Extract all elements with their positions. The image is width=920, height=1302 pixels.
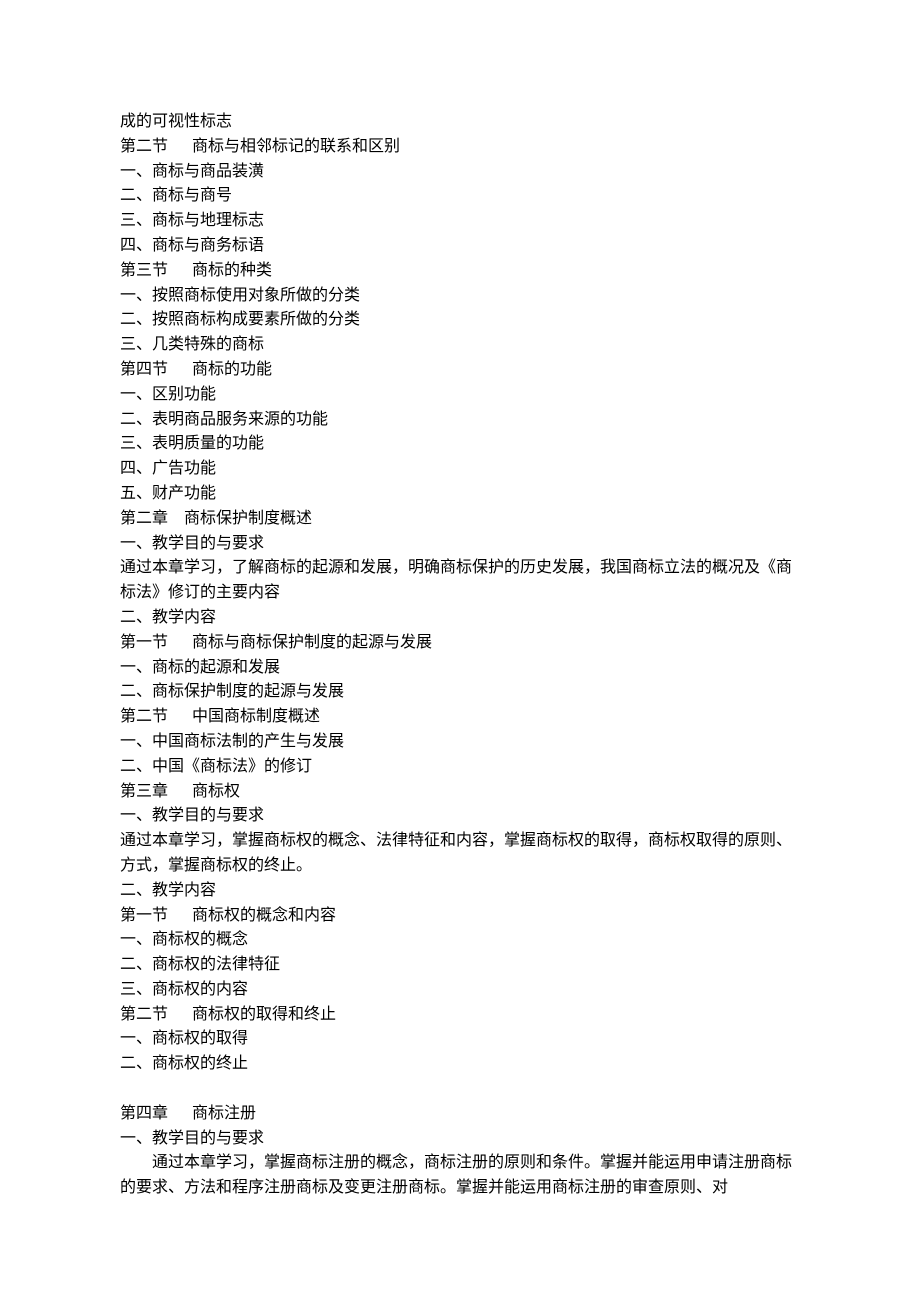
text-line: 二、商标保护制度的起源与发展 bbox=[120, 680, 800, 705]
chapter-title: 第四章 商标注册 bbox=[120, 1102, 800, 1127]
text-line: 一、商标权的概念 bbox=[120, 928, 800, 953]
text-line: 一、区别功能 bbox=[120, 383, 800, 408]
paragraph: 通过本章学习，掌握商标注册的概念，商标注册的原则和条件。掌握并能运用申请注册商标… bbox=[120, 1151, 800, 1201]
text-line: 第二节 商标与相邻标记的联系和区别 bbox=[120, 135, 800, 160]
text-line: 第二章 商标保护制度概述 bbox=[120, 507, 800, 532]
text-line: 三、几类特殊的商标 bbox=[120, 333, 800, 358]
text-line: 第三节 商标的种类 bbox=[120, 259, 800, 284]
text-line: 第一节 商标权的概念和内容 bbox=[120, 904, 800, 929]
text-line: 四、商标与商务标语 bbox=[120, 234, 800, 259]
blank-line bbox=[120, 1077, 800, 1102]
text-line: 三、商标与地理标志 bbox=[120, 209, 800, 234]
text-line: 二、商标权的终止 bbox=[120, 1052, 800, 1077]
text-line: 通过本章学习，掌握商标权的概念、法律特征和内容，掌握商标权的取得，商标权取得的原… bbox=[120, 829, 800, 879]
text-line: 成的可视性标志 bbox=[120, 110, 800, 135]
text-line: 第二节 中国商标制度概述 bbox=[120, 705, 800, 730]
text-line: 一、中国商标法制的产生与发展 bbox=[120, 730, 800, 755]
text-line: 一、教学目的与要求 bbox=[120, 804, 800, 829]
text-line: 通过本章学习，了解商标的起源和发展，明确商标保护的历史发展，我国商标立法的概况及… bbox=[120, 556, 800, 606]
text-line: 第二节 商标权的取得和终止 bbox=[120, 1003, 800, 1028]
text-line: 三、表明质量的功能 bbox=[120, 432, 800, 457]
text-line: 一、商标与商品装潢 bbox=[120, 160, 800, 185]
text-line: 二、教学内容 bbox=[120, 879, 800, 904]
text-line: 二、商标权的法律特征 bbox=[120, 953, 800, 978]
text-line: 五、财产功能 bbox=[120, 482, 800, 507]
text-line: 一、按照商标使用对象所做的分类 bbox=[120, 284, 800, 309]
text-line: 二、表明商品服务来源的功能 bbox=[120, 408, 800, 433]
text-line: 二、商标与商号 bbox=[120, 184, 800, 209]
text-line: 第四节 商标的功能 bbox=[120, 358, 800, 383]
text-line: 二、教学内容 bbox=[120, 606, 800, 631]
text-line: 二、按照商标构成要素所做的分类 bbox=[120, 308, 800, 333]
text-line: 一、商标的起源和发展 bbox=[120, 656, 800, 681]
text-line: 第一节 商标与商标保护制度的起源与发展 bbox=[120, 631, 800, 656]
text-line: 三、商标权的内容 bbox=[120, 978, 800, 1003]
text-line: 一、商标权的取得 bbox=[120, 1027, 800, 1052]
text-line: 第三章 商标权 bbox=[120, 780, 800, 805]
text-line: 一、教学目的与要求 bbox=[120, 532, 800, 557]
text-line: 四、广告功能 bbox=[120, 457, 800, 482]
requirement-label: 一、教学目的与要求 bbox=[120, 1127, 800, 1152]
text-line: 二、中国《商标法》的修订 bbox=[120, 755, 800, 780]
